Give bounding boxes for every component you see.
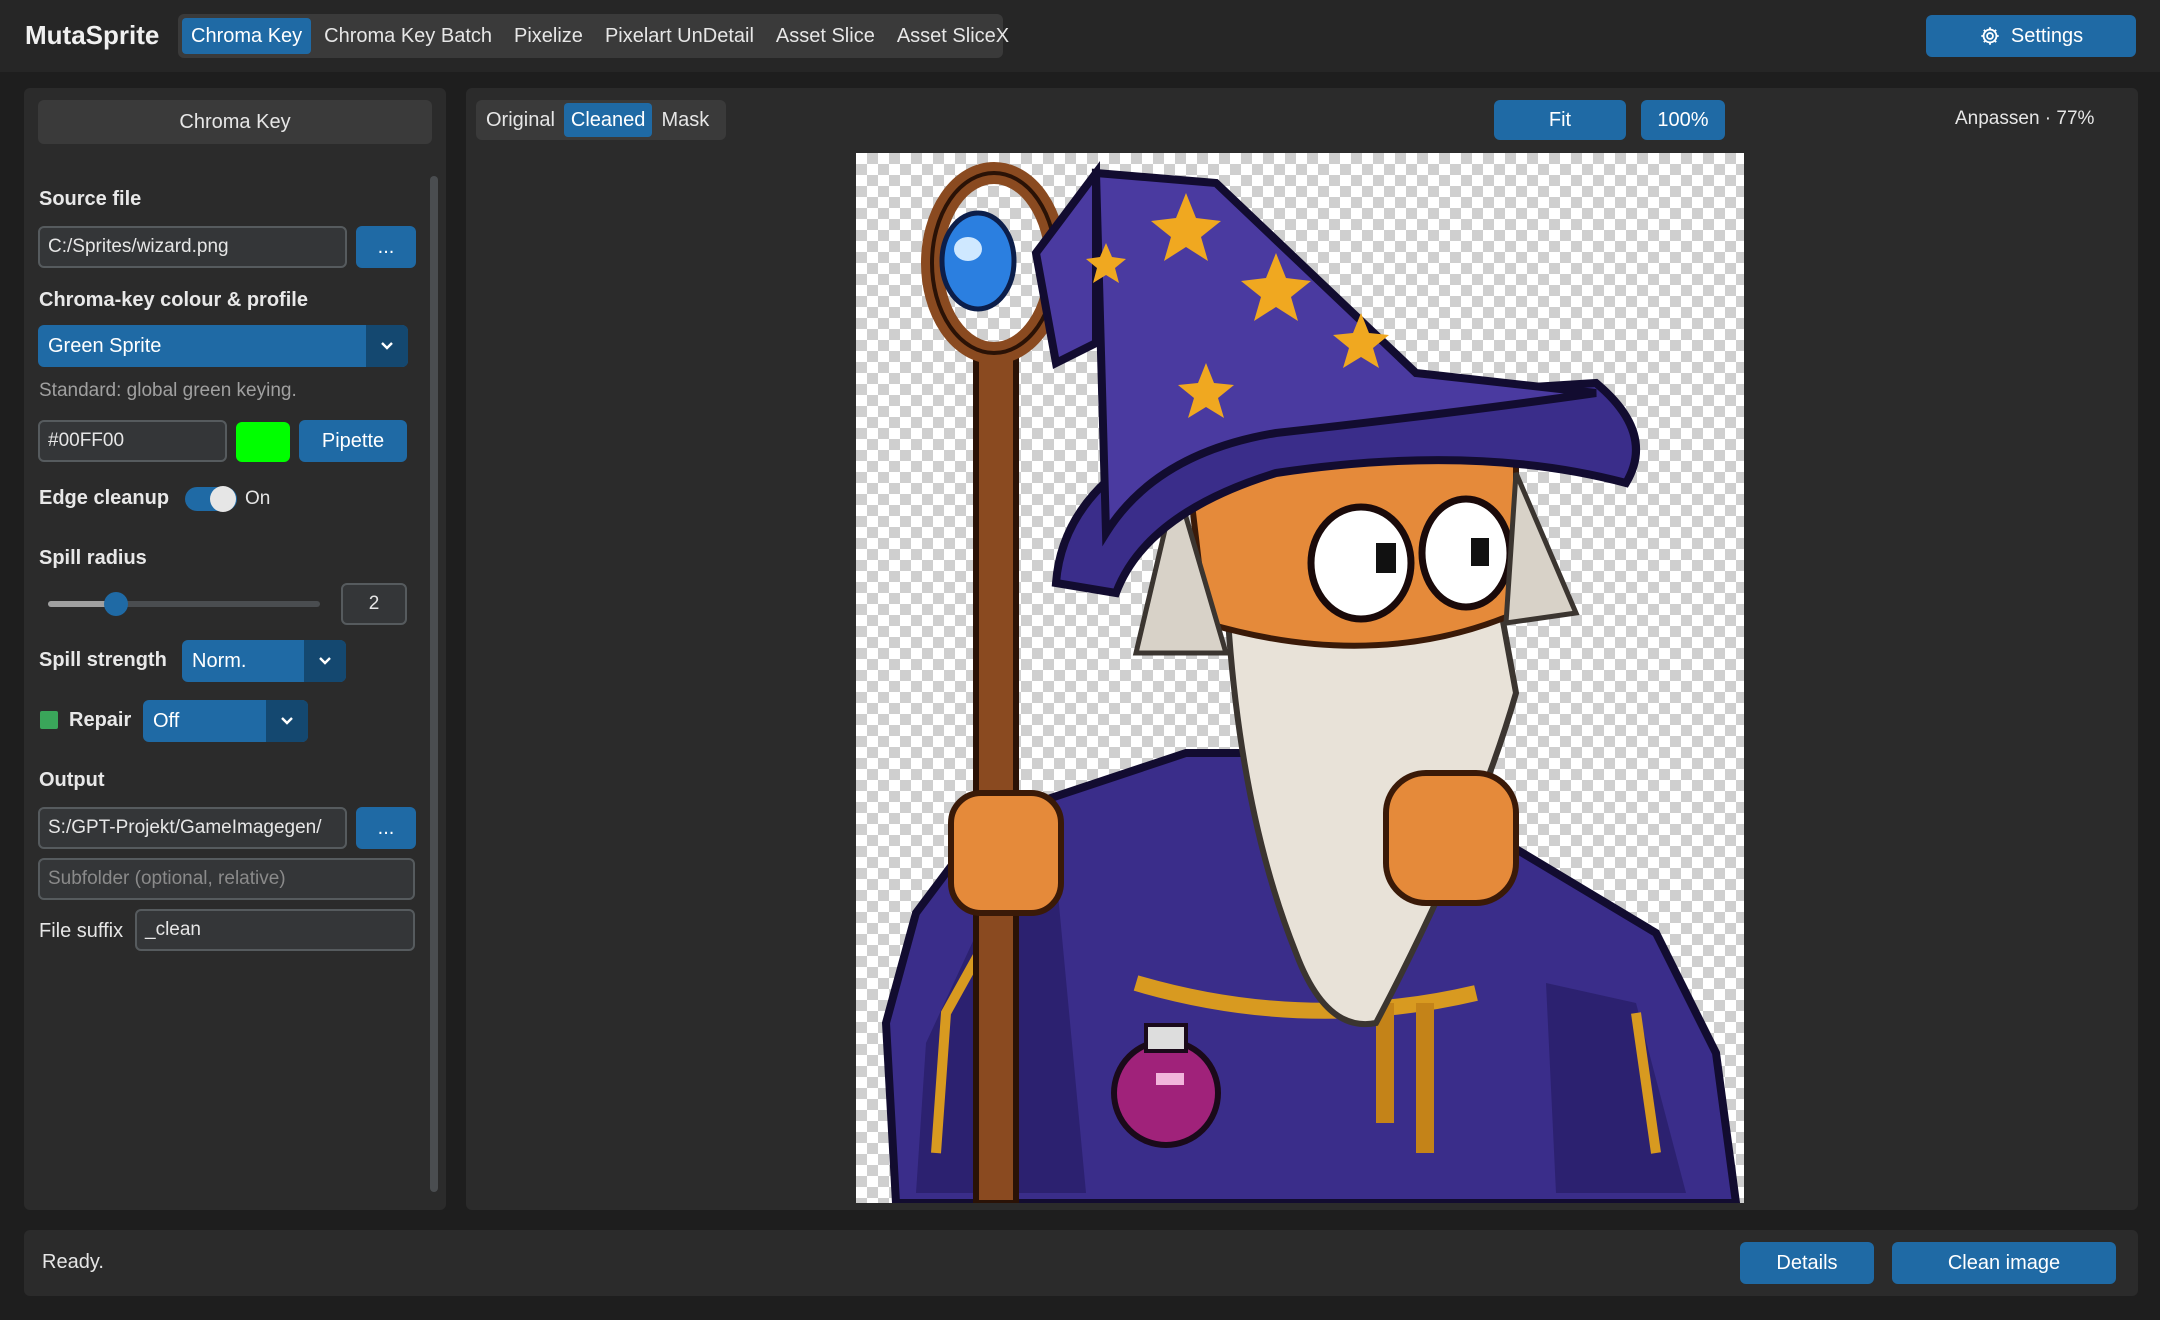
zoom-100-button[interactable]: 100% [1641,100,1725,140]
view-original-button[interactable]: Original [479,103,562,137]
file-suffix-input[interactable]: _clean [135,909,415,951]
source-file-input[interactable]: C:/Sprites/wizard.png [38,226,347,268]
subfolder-input[interactable]: Subfolder (optional, relative) [38,858,415,900]
source-browse-button[interactable]: ... [356,226,416,268]
status-text: Ready. [42,1251,104,1273]
chevron-down-icon [304,640,346,682]
wizard-sprite-image [881,161,1741,1203]
output-browse-button[interactable]: ... [356,807,416,849]
view-cleaned-button[interactable]: Cleaned [563,103,653,137]
profile-hint: Standard: global green keying. [39,380,297,401]
output-label: Output [39,769,105,791]
spill-strength-dropdown[interactable]: Norm. [182,640,346,682]
view-mode-selector: Original Cleaned Mask [476,100,726,140]
repair-checkbox[interactable] [40,711,58,729]
gear-icon [1981,27,1999,45]
edge-cleanup-state: On [245,488,271,509]
spill-radius-value[interactable]: 2 [341,583,407,625]
pipette-button[interactable]: Pipette [299,420,407,462]
source-file-label: Source file [39,188,142,210]
chevron-down-icon [266,700,308,742]
panel-header: Chroma Key [38,100,432,144]
panel-scrollbar-thumb[interactable] [430,176,438,1192]
profile-value: Green Sprite [48,334,162,357]
file-suffix-label: File suffix [39,920,124,942]
repair-label: Repair [69,709,132,731]
tool-tab-bar: Chroma Key Chroma Key Batch Pixelize Pix… [178,14,1009,58]
tab-asset-slice[interactable]: Asset Slice [767,18,884,54]
settings-button[interactable]: Settings [1926,15,2136,57]
view-mask-button[interactable]: Mask [654,103,716,137]
tab-pixelart-undetail[interactable]: Pixelart UnDetail [596,18,763,54]
settings-label: Settings [2010,24,2084,47]
spill-strength-value: Norm. [192,649,247,672]
profile-dropdown[interactable]: Green Sprite [38,325,408,367]
color-swatch[interactable] [236,422,290,462]
tab-asset-slicex[interactable]: Asset SliceX [888,18,1018,54]
edge-cleanup-label: Edge cleanup [39,487,170,509]
preview-canvas[interactable] [856,153,1744,1203]
repair-value: Off [153,709,180,732]
edge-cleanup-toggle-knob[interactable] [210,486,236,512]
chevron-down-icon [366,325,408,367]
tab-pixelize[interactable]: Pixelize [505,18,592,54]
tab-chroma-key[interactable]: Chroma Key [182,18,312,54]
hex-color-input[interactable]: #00FF00 [38,420,227,462]
app-title: MutaSprite [25,20,160,50]
fit-button[interactable]: Fit [1494,100,1626,140]
chroma-key-label: Chroma-key colour & profile [39,289,308,311]
repair-dropdown[interactable]: Off [143,700,308,742]
output-path-input[interactable]: S:/GPT-Projekt/GameImagegen/ [38,807,347,849]
spill-radius-label: Spill radius [39,547,147,569]
details-button[interactable]: Details [1740,1242,1874,1284]
spill-strength-label: Spill strength [39,649,167,671]
zoom-info: Anpassen · 77% [1955,108,2095,129]
spill-radius-slider-handle[interactable] [104,592,128,616]
clean-image-button[interactable]: Clean image [1892,1242,2116,1284]
tab-chroma-key-batch[interactable]: Chroma Key Batch [315,18,501,54]
